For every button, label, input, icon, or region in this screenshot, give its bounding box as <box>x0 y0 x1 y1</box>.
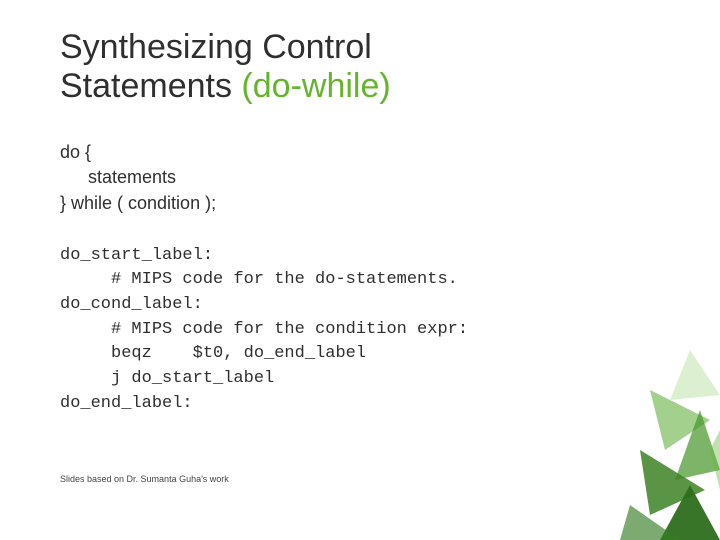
attribution-footer: Slides based on Dr. Sumanta Guha's work <box>60 474 229 484</box>
slide-title: Synthesizing Control Statements (do-whil… <box>60 28 660 106</box>
pseudocode-block: do { statements } while ( condition ); <box>60 140 660 216</box>
title-line-2-plain: Statements <box>60 67 241 105</box>
pseudo-line-1: do { <box>60 140 660 165</box>
title-line-2-accent: (do-while) <box>241 67 390 105</box>
mips-code-block: do_start_label: # MIPS code for the do-s… <box>60 244 660 416</box>
slide: Synthesizing Control Statements (do-whil… <box>0 0 720 540</box>
title-line-1: Synthesizing Control <box>60 28 372 66</box>
pseudo-line-2: statements <box>60 165 176 190</box>
pseudo-line-3: } while ( condition ); <box>60 191 660 216</box>
